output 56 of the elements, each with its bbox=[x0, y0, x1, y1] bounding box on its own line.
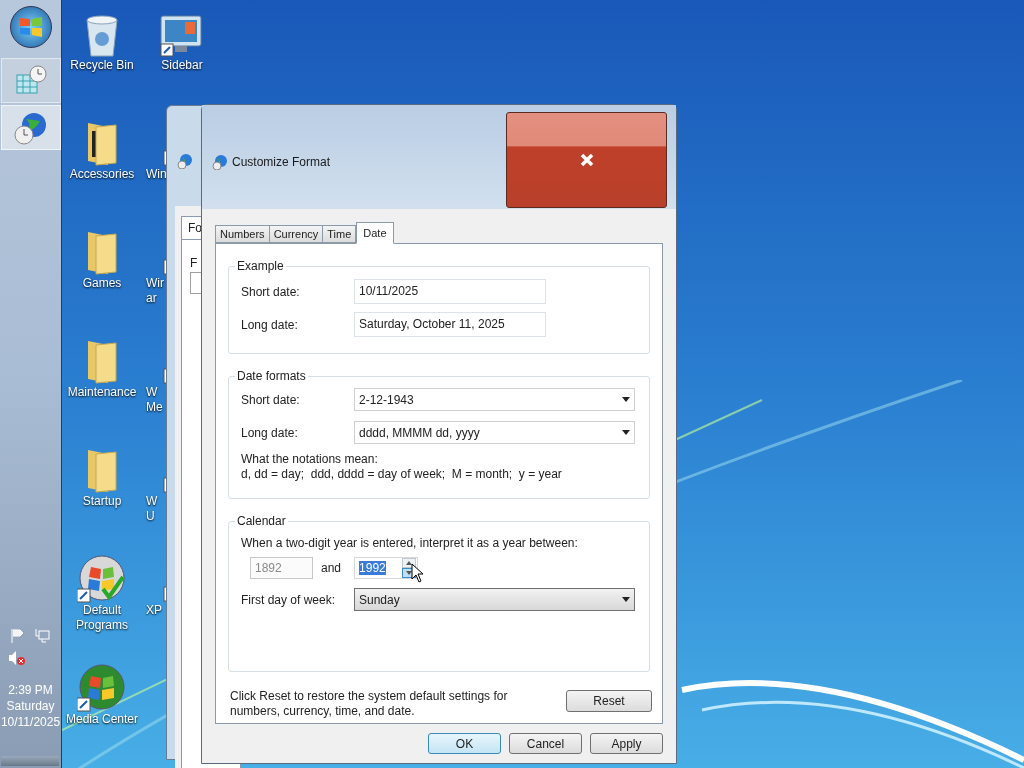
globe-clock-icon bbox=[13, 110, 48, 145]
dialog-button[interactable]: Apply bbox=[590, 733, 663, 754]
globe-icon bbox=[177, 153, 193, 169]
dropdown-arrow-icon bbox=[622, 430, 630, 435]
close-icon bbox=[579, 153, 594, 167]
monitor-icon bbox=[159, 12, 205, 58]
taskbar-button[interactable] bbox=[0, 105, 61, 150]
dropdown[interactable]: dddd, MMMM dd, yyyy bbox=[354, 421, 635, 444]
field-label: Long date: bbox=[241, 424, 299, 442]
notation-text: What the notations mean: bbox=[241, 452, 379, 467]
windows-logo-icon bbox=[18, 16, 43, 38]
globe-icon bbox=[212, 154, 228, 170]
tab[interactable]: Date bbox=[356, 222, 394, 244]
icon-label[interactable]: Games bbox=[82, 276, 122, 291]
icon-label[interactable]: Startup bbox=[82, 494, 122, 509]
field-label: First day of week: bbox=[241, 591, 337, 609]
muted-speaker-icon[interactable] bbox=[8, 650, 27, 666]
tab[interactable]: Time bbox=[322, 225, 357, 243]
window-title: Customize Format bbox=[232, 154, 331, 171]
cursor-icon bbox=[411, 563, 424, 583]
icon-label[interactable]: Sidebar bbox=[161, 58, 203, 73]
icon-label[interactable]: Maintenance bbox=[67, 385, 137, 400]
dropdown-arrow-icon bbox=[622, 397, 630, 402]
tab[interactable]: Numbers bbox=[215, 225, 270, 243]
dialog-button[interactable]: Cancel bbox=[509, 733, 582, 754]
field-label: Short date: bbox=[241, 283, 301, 301]
close-button[interactable] bbox=[506, 112, 667, 208]
icon-label[interactable]: Default Programs bbox=[76, 603, 128, 633]
media-orb-icon bbox=[77, 664, 127, 712]
icon-label[interactable]: W U bbox=[146, 494, 158, 524]
checkmark-orb-icon bbox=[77, 555, 127, 603]
icon-label[interactable]: Win bbox=[146, 167, 167, 182]
field-label: F bbox=[190, 255, 198, 272]
tab[interactable]: Currency bbox=[268, 225, 324, 243]
icon-label[interactable]: XP bbox=[146, 603, 162, 618]
field-label: Long date: bbox=[241, 316, 299, 334]
start-button[interactable] bbox=[9, 6, 52, 48]
reset-button[interactable]: Reset bbox=[566, 690, 652, 712]
year-spin-field[interactable]: 1992 bbox=[354, 557, 419, 579]
calendar-clock-icon bbox=[14, 64, 47, 97]
icon-label[interactable]: Wir ar bbox=[146, 276, 164, 306]
notation-text: d, dd = day; ddd, dddd = day of week; M = month; y = year bbox=[241, 467, 563, 482]
group-title: Example bbox=[235, 258, 286, 274]
dropdown[interactable]: Sunday bbox=[354, 588, 635, 611]
icon-label[interactable]: W Me bbox=[146, 385, 163, 415]
and-label: and bbox=[321, 560, 342, 577]
field-label: Short date: bbox=[241, 391, 301, 409]
dropdown-arrow-icon bbox=[622, 597, 630, 602]
read-only-field: 10/11/2025 bbox=[354, 279, 546, 304]
icon-label[interactable]: Recycle Bin bbox=[70, 58, 134, 73]
dialog-button[interactable]: OK bbox=[428, 733, 501, 754]
prompt-text: When a two-digit year is entered, interpret it as a year between: bbox=[241, 535, 579, 552]
dropdown[interactable]: 2-12-1943 bbox=[354, 388, 635, 411]
reset-note: Click Reset to restore the system default settings for numbers, currency, time, and date. bbox=[230, 689, 509, 719]
read-only-field: Saturday, October 11, 2025 bbox=[354, 312, 546, 337]
icon-label[interactable]: Accessories bbox=[69, 167, 135, 182]
